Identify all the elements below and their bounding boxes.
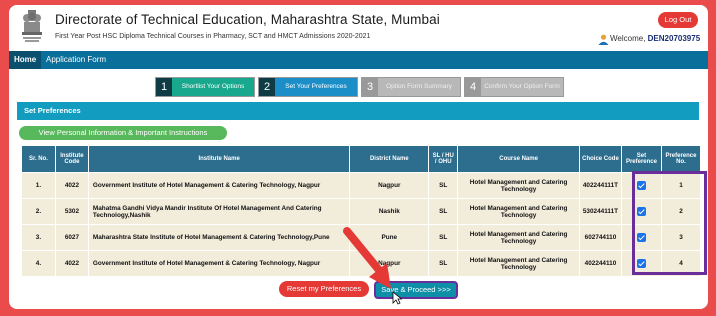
cell-choice-code: 402244110 bbox=[578, 250, 622, 277]
table-header-row: Sr. No. Institute Code Institute Name Di… bbox=[21, 145, 702, 173]
logout-button[interactable]: Log Out bbox=[658, 12, 698, 28]
cell-institute-name: Maharashtra State Institute of Hotel Man… bbox=[87, 224, 351, 251]
cell-institute-code: 4022 bbox=[54, 250, 89, 277]
header: Directorate of Technical Education, Maha… bbox=[9, 5, 708, 51]
cell-institute-name: Government Institute of Hotel Management… bbox=[87, 250, 351, 277]
cell-sr-no: 3. bbox=[21, 224, 56, 251]
col-header-choice-code: Choice Code bbox=[578, 145, 622, 173]
step-number: 3 bbox=[362, 78, 378, 96]
cell-course: Hotel Management and Catering Technology bbox=[457, 172, 580, 199]
col-header-institute-name: Institute Name bbox=[87, 145, 351, 173]
cell-choice-code: 530244111T bbox=[578, 198, 622, 225]
cell-district: Nagpur bbox=[349, 172, 430, 199]
step-1[interactable]: 1 Shortlist Your Options bbox=[155, 77, 255, 97]
cell-type: SL bbox=[428, 172, 459, 199]
preference-highlight-box bbox=[632, 171, 707, 275]
cell-course: Hotel Management and Catering Technology bbox=[457, 250, 580, 277]
cell-institute-code: 5302 bbox=[54, 198, 89, 225]
col-header-preference-no: Preference No. bbox=[660, 145, 702, 173]
table-row: 1. 4022 Government Institute of Hotel Ma… bbox=[21, 172, 702, 199]
cell-type: SL bbox=[428, 250, 459, 277]
cell-type: SL bbox=[428, 224, 459, 251]
cell-choice-code: 402244111T bbox=[578, 172, 622, 199]
col-header-institute-code: Institute Code bbox=[54, 145, 89, 173]
step-2[interactable]: 2 Set Your Preferences bbox=[258, 77, 358, 97]
cell-institute-name: Mahatma Gandhi Vidya Mandir Institute Of… bbox=[87, 198, 351, 225]
cell-sr-no: 2. bbox=[21, 198, 56, 225]
view-instructions-button[interactable]: View Personal Information & Important In… bbox=[19, 126, 227, 140]
col-header-set-preference: Set Preference bbox=[620, 145, 662, 173]
cell-type: SL bbox=[428, 198, 459, 225]
cell-sr-no: 1. bbox=[21, 172, 56, 199]
step-number: 1 bbox=[156, 78, 172, 96]
step-3: 3 Option Form Summary bbox=[361, 77, 461, 97]
col-header-sr-no: Sr. No. bbox=[21, 145, 56, 173]
page-frame: Directorate of Technical Education, Maha… bbox=[9, 5, 708, 309]
page-subtitle: First Year Post HSC Diploma Technical Co… bbox=[55, 33, 371, 40]
table-row: 2. 5302 Mahatma Gandhi Vidya Mandir Inst… bbox=[21, 198, 702, 225]
col-header-sl-hu: SL / HU / OHU bbox=[428, 145, 459, 173]
step-label: Option Form Summary bbox=[378, 78, 460, 96]
cell-choice-code: 602744110 bbox=[578, 224, 622, 251]
mouse-cursor-icon bbox=[392, 291, 402, 305]
step-label: Confirm Your Option Form bbox=[481, 78, 563, 96]
cell-course: Hotel Management and Catering Technology bbox=[457, 224, 580, 251]
step-label: Shortlist Your Options bbox=[172, 78, 254, 96]
cell-institute-name: Government Institute of Hotel Management… bbox=[87, 172, 351, 199]
col-header-course: Course Name bbox=[457, 145, 580, 173]
nav-home[interactable]: Home bbox=[9, 51, 42, 69]
cell-institute-code: 6027 bbox=[54, 224, 89, 251]
cell-district: Nashik bbox=[349, 198, 430, 225]
panel-title: Set Preferences bbox=[17, 102, 699, 120]
user-icon bbox=[598, 34, 609, 45]
cell-institute-code: 4022 bbox=[54, 172, 89, 199]
col-header-district: District Name bbox=[349, 145, 430, 173]
nav-application-form[interactable]: Application Form bbox=[46, 51, 106, 69]
cell-course: Hotel Management and Catering Technology bbox=[457, 198, 580, 225]
step-number: 4 bbox=[465, 78, 481, 96]
welcome-text: Welcome, DEN20703975 bbox=[610, 34, 700, 43]
step-number: 2 bbox=[259, 78, 275, 96]
red-arrow-annotation-icon bbox=[343, 227, 391, 289]
user-id: DEN20703975 bbox=[647, 34, 701, 43]
step-label: Set Your Preferences bbox=[275, 78, 357, 96]
state-emblem-icon bbox=[22, 10, 42, 42]
welcome-label: Welcome, bbox=[610, 34, 646, 43]
step-4: 4 Confirm Your Option Form bbox=[464, 77, 564, 97]
page-title: Directorate of Technical Education, Maha… bbox=[55, 12, 440, 27]
navbar: Home Application Form bbox=[9, 51, 708, 69]
cell-sr-no: 4. bbox=[21, 250, 56, 277]
